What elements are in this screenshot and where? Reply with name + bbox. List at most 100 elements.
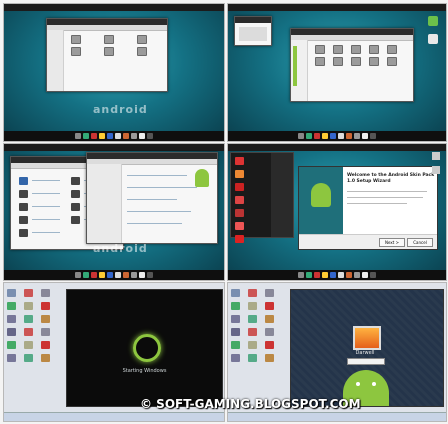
program-icon[interactable]: [235, 157, 244, 165]
settings-icon[interactable]: [71, 216, 80, 224]
setup-wizard-dialog[interactable]: Welcome to the Android Skin Pack 1.0 Set…: [298, 166, 438, 250]
desktop-icon[interactable]: [7, 341, 16, 349]
desktop-icon[interactable]: [24, 341, 33, 349]
folder-icon[interactable]: [351, 57, 361, 66]
desktop-icon[interactable]: [7, 302, 16, 310]
folder-icon[interactable]: [369, 57, 379, 66]
drive-icon[interactable]: [137, 35, 147, 44]
desktop-icon[interactable]: [248, 328, 257, 336]
top-bar: [228, 4, 446, 11]
password-input[interactable]: [347, 358, 385, 365]
program-icon[interactable]: [235, 170, 244, 178]
program-icon[interactable]: [235, 235, 244, 243]
desktop-icon[interactable]: [248, 315, 257, 323]
folder-icon[interactable]: [315, 57, 325, 66]
desktop-icon[interactable]: [428, 16, 438, 26]
top-bar: [4, 144, 224, 151]
folder-icon[interactable]: [387, 57, 397, 66]
desktop-icon[interactable]: [7, 328, 16, 336]
vm-window-boot[interactable]: Starting Windows: [66, 289, 223, 407]
screenshot-control-panel-system: android: [3, 143, 225, 281]
desktop-icon[interactable]: [231, 315, 240, 323]
wallpaper-logo-text: android: [93, 242, 148, 255]
wizard-subtitle: 1.0 Setup Wizard: [347, 179, 391, 184]
nav-pane[interactable]: [291, 40, 308, 101]
user-avatar[interactable]: [353, 326, 381, 350]
desktop-icon[interactable]: [41, 328, 50, 336]
desktop-icon[interactable]: [248, 302, 257, 310]
drive-icon[interactable]: [71, 35, 81, 44]
start-menu[interactable]: [230, 152, 294, 243]
desktop-icon[interactable]: [24, 354, 33, 362]
desktop-icon[interactable]: [41, 354, 50, 362]
drive-icon[interactable]: [137, 47, 147, 56]
settings-icon[interactable]: [71, 177, 80, 185]
taskbar: [4, 412, 224, 421]
folder-icon[interactable]: [351, 45, 361, 54]
desktop-icon[interactable]: [428, 34, 438, 44]
desktop-icon[interactable]: [231, 341, 240, 349]
cancel-button[interactable]: Cancel: [407, 238, 433, 247]
user-name-label: Darwell: [355, 350, 375, 356]
next-button[interactable]: Next >: [379, 238, 405, 247]
vm-window-logon[interactable]: Darwell: [290, 289, 444, 407]
settings-icon[interactable]: [71, 190, 80, 198]
boot-logo-icon: [133, 334, 161, 362]
program-icon[interactable]: [235, 183, 244, 191]
program-icon[interactable]: [235, 209, 244, 217]
desktop-icon[interactable]: [265, 315, 274, 323]
boot-status-text: Starting Windows: [122, 368, 167, 374]
desktop-icon[interactable]: [231, 328, 240, 336]
desktop-icon[interactable]: [24, 302, 33, 310]
settings-icon[interactable]: [19, 203, 28, 211]
desktop-icon[interactable]: [231, 302, 240, 310]
desktop-icon[interactable]: [248, 341, 257, 349]
settings-icon[interactable]: [19, 190, 28, 198]
desktop-icon[interactable]: [432, 152, 440, 160]
explorer-window[interactable]: [290, 28, 414, 102]
desktop-icon[interactable]: [231, 354, 240, 362]
settings-icon[interactable]: [19, 229, 28, 237]
folder-icon[interactable]: [333, 57, 343, 66]
settings-icon[interactable]: [19, 216, 28, 224]
desktop-icon[interactable]: [41, 315, 50, 323]
desktop-icon[interactable]: [265, 328, 274, 336]
drive-icon[interactable]: [104, 35, 114, 44]
desktop-icon[interactable]: [265, 354, 274, 362]
desktop-icon[interactable]: [7, 354, 16, 362]
taskbar: [228, 412, 446, 421]
desktop-icon[interactable]: [41, 302, 50, 310]
desktop-icon[interactable]: [24, 328, 33, 336]
desktop-icon[interactable]: [7, 289, 16, 297]
folder-icon[interactable]: [369, 45, 379, 54]
explorer-window[interactable]: [46, 18, 168, 92]
small-window[interactable]: [234, 16, 272, 46]
desktop-icon[interactable]: [41, 341, 50, 349]
desktop-icon[interactable]: [265, 289, 274, 297]
program-icon[interactable]: [235, 222, 244, 230]
desktop-icon[interactable]: [248, 289, 257, 297]
settings-icon[interactable]: [71, 203, 80, 211]
desktop-icon[interactable]: [41, 289, 50, 297]
desktop-icon[interactable]: [24, 289, 33, 297]
desktop-icon[interactable]: [432, 166, 440, 174]
drive-icon[interactable]: [71, 47, 81, 56]
desktop-icon[interactable]: [265, 302, 274, 310]
folder-icon[interactable]: [333, 45, 343, 54]
desktop-icon[interactable]: [248, 354, 257, 362]
drive-icon[interactable]: [104, 47, 114, 56]
taskbar: [228, 131, 446, 141]
desktop-icon-column: [231, 289, 277, 362]
desktop-icon[interactable]: [231, 289, 240, 297]
system-window[interactable]: [86, 152, 218, 244]
desktop-icon-column: [7, 289, 53, 362]
desktop-icon[interactable]: [7, 315, 16, 323]
folder-icon[interactable]: [387, 45, 397, 54]
desktop-icon[interactable]: [265, 341, 274, 349]
nav-pane[interactable]: [47, 30, 64, 91]
folder-icon[interactable]: [315, 45, 325, 54]
program-icon[interactable]: [235, 196, 244, 204]
settings-icon[interactable]: [19, 177, 28, 185]
desktop-icon[interactable]: [24, 315, 33, 323]
taskbar: [228, 270, 446, 280]
